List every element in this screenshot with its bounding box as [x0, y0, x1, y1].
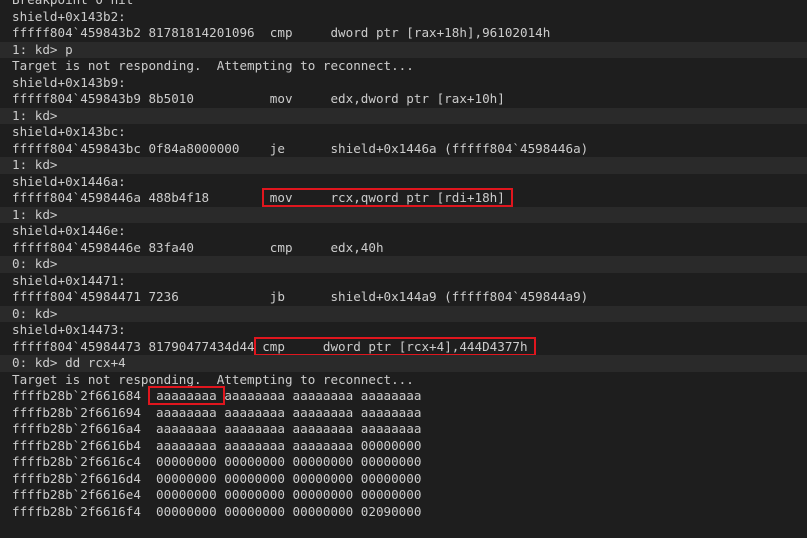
- line-text: Target is not responding. Attempting to …: [12, 58, 414, 73]
- line-text: 1: kd>: [12, 107, 58, 123]
- command-prompt-line: 1: kd>: [0, 107, 807, 124]
- line-prefix: fffff804`459843b9 8b5010: [12, 91, 270, 106]
- instruction-text: je shield+0x1446a (fffff804`4598446a): [269, 140, 589, 156]
- line-text: shield+0x143b2:: [12, 8, 126, 24]
- output-line: Target is not responding. Attempting to …: [0, 372, 807, 389]
- output-line: fffff804`45984471 7236 jb shield+0x144a9…: [0, 289, 807, 306]
- output-line: fffff804`4598446e 83fa40 cmp edx,40h: [0, 240, 807, 257]
- output-line: ffffb28b`2f661684 aaaaaaaa aaaaaaaa aaaa…: [0, 388, 807, 405]
- output-line: fffff804`459843b9 8b5010 mov edx,dword p…: [0, 91, 807, 108]
- line-text: 1: kd>: [12, 206, 58, 222]
- line-prefix: fffff804`45984473 81790477434d44: [12, 338, 263, 354]
- command-prompt-line: 0: kd> dd rcx+4: [0, 355, 807, 372]
- line-prefix: fffff804`459843bc 0f84a8000000: [12, 140, 270, 156]
- output-line: shield+0x143b9:: [0, 75, 807, 92]
- line-text: ffffb28b`2f6616d4 00000000 00000000 0000…: [12, 470, 422, 486]
- output-line: Breakpoint 0 hit: [0, 0, 807, 9]
- output-line: shield+0x14473:: [0, 322, 807, 339]
- line-prefix: fffff804`4598446e 83fa40: [12, 239, 270, 255]
- line-text: 0: kd>: [12, 305, 58, 321]
- instruction-text: cmp edx,40h: [269, 239, 384, 255]
- output-line: shield+0x1446a:: [0, 174, 807, 191]
- output-line: ffffb28b`2f6616f4 00000000 00000000 0000…: [0, 504, 807, 521]
- output-line: fffff804`459843bc 0f84a8000000 je shield…: [0, 141, 807, 158]
- line-text: 1: kd>: [12, 157, 58, 172]
- line-text: shield+0x14471:: [12, 272, 126, 288]
- output-line: shield+0x14471:: [0, 273, 807, 290]
- output-line: shield+0x143bc:: [0, 124, 807, 141]
- instruction-text: cmp dword ptr [rax+18h],96102014h: [269, 25, 551, 40]
- highlighted-text: mov rcx,qword ptr [rdi+18h]: [269, 190, 505, 205]
- line-prefix: fffff804`4598446a 488b4f18: [12, 190, 270, 205]
- line-text: ffffb28b`2f661694 aaaaaaaa aaaaaaaa aaaa…: [12, 404, 422, 420]
- highlighted-text: aaaaaaaa: [156, 388, 217, 403]
- line-text: ffffb28b`2f6616a4 aaaaaaaa aaaaaaaa aaaa…: [12, 421, 422, 436]
- output-line: fffff804`459843b2 81781814201096 cmp dwo…: [0, 25, 807, 42]
- instruction-text: jb shield+0x144a9 (fffff804`459844a9): [269, 289, 589, 304]
- line-text: ffffb28b`2f6616e4 00000000 00000000 0000…: [12, 487, 422, 502]
- line-text: shield+0x1446e:: [12, 223, 126, 238]
- output-line: ffffb28b`2f6616a4 aaaaaaaa aaaaaaaa aaaa…: [0, 421, 807, 438]
- line-text: Target is not responding. Attempting to …: [12, 371, 414, 387]
- output-line: fffff804`45984473 81790477434d44 cmp dwo…: [0, 339, 807, 356]
- line-text: shield+0x14473:: [12, 322, 126, 337]
- line-text: ffffb28b`2f6616b4 aaaaaaaa aaaaaaaa aaaa…: [12, 437, 422, 453]
- command-prompt-line: 0: kd>: [0, 305, 807, 322]
- command-prompt-line: 1: kd>: [0, 157, 807, 174]
- line-text: 1: kd> p: [12, 41, 73, 57]
- command-prompt-line: 0: kd>: [0, 256, 807, 273]
- highlighted-text: cmp dword ptr [rcx+4],444D4377h: [262, 338, 528, 354]
- line-prefix: fffff804`459843b2 81781814201096: [12, 25, 270, 40]
- instruction-text: mov edx,dword ptr [rax+10h]: [269, 91, 505, 106]
- line-text: ffffb28b`2f6616f4 00000000 00000000 0000…: [12, 503, 422, 519]
- output-line: ffffb28b`2f6616c4 00000000 00000000 0000…: [0, 454, 807, 471]
- line-suffix: aaaaaaaa aaaaaaaa aaaaaaaa: [216, 388, 422, 403]
- debugger-console-output[interactable]: Breakpoint 0 hitshield+0x143b2:fffff804`…: [0, 0, 807, 538]
- line-text: 0: kd>: [12, 256, 58, 271]
- output-line: fffff804`4598446a 488b4f18 mov rcx,qword…: [0, 190, 807, 207]
- output-line: ffffb28b`2f6616e4 00000000 00000000 0000…: [0, 487, 807, 504]
- line-text: ffffb28b`2f6616c4 00000000 00000000 0000…: [12, 454, 422, 469]
- output-line: shield+0x1446e:: [0, 223, 807, 240]
- line-text: Breakpoint 0 hit: [12, 0, 133, 7]
- output-line: ffffb28b`2f661694 aaaaaaaa aaaaaaaa aaaa…: [0, 405, 807, 422]
- command-prompt-line: 1: kd> p: [0, 41, 807, 58]
- line-prefix: fffff804`45984471 7236: [12, 289, 270, 304]
- output-line: shield+0x143b2:: [0, 9, 807, 26]
- output-line: Target is not responding. Attempting to …: [0, 58, 807, 75]
- output-line: ffffb28b`2f6616d4 00000000 00000000 0000…: [0, 471, 807, 488]
- line-text: shield+0x143b9:: [12, 74, 126, 90]
- command-prompt-line: 1: kd>: [0, 206, 807, 223]
- output-line: ffffb28b`2f6616b4 aaaaaaaa aaaaaaaa aaaa…: [0, 438, 807, 455]
- line-prefix: ffffb28b`2f661684: [12, 388, 157, 403]
- line-text: shield+0x1446a:: [12, 173, 126, 189]
- line-text: 0: kd> dd rcx+4: [12, 355, 126, 370]
- line-text: shield+0x143bc:: [12, 124, 126, 139]
